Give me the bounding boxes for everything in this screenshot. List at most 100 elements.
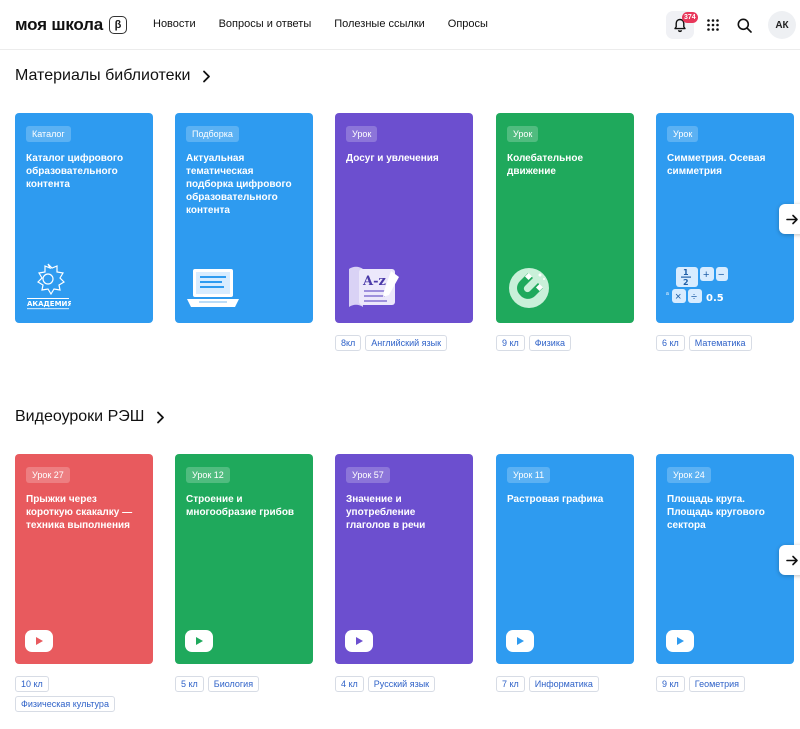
grade-chip[interactable]: 4 кл bbox=[335, 676, 364, 692]
academy-emblem-icon: АКАДЕМИЯ bbox=[27, 263, 71, 310]
video-chips-4: 9 кл Геометрия bbox=[656, 676, 800, 692]
grade-chip[interactable]: 9 кл bbox=[656, 676, 685, 692]
arrow-right-icon bbox=[785, 555, 798, 565]
svg-text:АКАДЕМИЯ: АКАДЕМИЯ bbox=[27, 300, 71, 308]
card-title: Досуг и увлечения bbox=[346, 153, 439, 164]
nav-faq[interactable]: Вопросы и ответы bbox=[219, 18, 312, 30]
grade-chip[interactable]: 6 кл bbox=[656, 335, 685, 351]
play-button[interactable] bbox=[25, 630, 53, 652]
magnet-icon bbox=[509, 268, 549, 308]
library-chips-2: 8кл Английский язык bbox=[335, 335, 480, 351]
play-icon bbox=[676, 637, 684, 645]
play-icon bbox=[516, 637, 524, 645]
card-tag: Урок 24 bbox=[667, 467, 711, 483]
apps-button[interactable] bbox=[699, 11, 727, 39]
search-icon bbox=[737, 18, 752, 33]
card-tag: Урок 27 bbox=[26, 467, 70, 483]
svg-text:−: − bbox=[718, 269, 724, 281]
video-chips-1: 5 кл Биология bbox=[175, 676, 320, 692]
video-card[interactable]: Урок 12 Строение и многообразие грибов bbox=[175, 454, 313, 664]
subject-chip[interactable]: Русский язык bbox=[367, 676, 436, 692]
svg-text:a: a bbox=[666, 291, 669, 297]
dictionary-icon: A-z bbox=[349, 266, 399, 307]
svg-text:0.5: 0.5 bbox=[706, 293, 724, 304]
card-tag: Урок bbox=[507, 126, 539, 142]
play-icon bbox=[195, 637, 203, 645]
search-button[interactable] bbox=[730, 11, 758, 39]
svg-text:1: 1 bbox=[683, 268, 689, 277]
play-button[interactable] bbox=[666, 630, 694, 652]
subject-chip[interactable]: Математика bbox=[688, 335, 752, 351]
card-tag: Урок 57 bbox=[346, 467, 390, 483]
videos-section-title[interactable]: Видеоуроки РЭШ bbox=[15, 408, 165, 426]
play-icon bbox=[35, 637, 43, 645]
play-button[interactable] bbox=[345, 630, 373, 652]
library-chips-4: 6 кл Математика bbox=[656, 335, 800, 351]
video-card[interactable]: Урок 24 Площадь круга. Площадь кругового… bbox=[656, 454, 794, 664]
library-card[interactable]: Урок Симметрия. Осевая симметрия 1 2 + −… bbox=[656, 113, 794, 323]
library-next-button[interactable] bbox=[779, 204, 800, 234]
nav-links[interactable]: Полезные ссылки bbox=[334, 18, 425, 30]
arrow-right-icon bbox=[785, 214, 798, 224]
site-logo[interactable]: моя школа β bbox=[15, 15, 128, 35]
chevron-right-icon bbox=[157, 411, 165, 423]
card-title: Прыжки через короткую скакалку — техника… bbox=[26, 494, 133, 531]
card-tag: Урок 11 bbox=[507, 467, 551, 483]
notifications-button[interactable]: 374 bbox=[666, 11, 698, 39]
video-chips-2: 4 кл Русский язык bbox=[335, 676, 480, 692]
nav-news[interactable]: Новости bbox=[153, 18, 196, 30]
notifications-count: 374 bbox=[682, 12, 698, 23]
card-title: Симметрия. Осевая симметрия bbox=[667, 153, 766, 177]
card-tag: Подборка bbox=[186, 126, 239, 142]
card-title: Колебательное движение bbox=[507, 153, 584, 177]
play-button[interactable] bbox=[506, 630, 534, 652]
video-card[interactable]: Урок 57 Значение и употребление глаголов… bbox=[335, 454, 473, 664]
library-section-title[interactable]: Материалы библиотеки bbox=[15, 67, 211, 85]
library-card[interactable]: Урок Досуг и увлечения A-z bbox=[335, 113, 473, 323]
card-tag: Урок 12 bbox=[186, 467, 230, 483]
subject-chip[interactable]: Геометрия bbox=[688, 676, 746, 692]
subject-chip[interactable]: Биология bbox=[207, 676, 260, 692]
grade-chip[interactable]: 9 кл bbox=[496, 335, 525, 351]
library-card[interactable]: Каталог Каталог цифрового образовательно… bbox=[15, 113, 153, 323]
subject-chip[interactable]: Информатика bbox=[528, 676, 599, 692]
grade-chip[interactable]: 10 кл bbox=[15, 676, 49, 692]
card-title: Строение и многообразие грибов bbox=[186, 494, 295, 518]
library-card[interactable]: Подборка Актуальная тематическая подборк… bbox=[175, 113, 313, 323]
library-title-text: Материалы библиотеки bbox=[15, 67, 191, 84]
video-card[interactable]: Урок 27 Прыжки через короткую скакалку —… bbox=[15, 454, 153, 664]
card-tag: Урок bbox=[667, 126, 699, 142]
svg-text:÷: ÷ bbox=[691, 291, 697, 303]
video-chips-0: 10 кл Физическая культура bbox=[15, 676, 160, 712]
video-card[interactable]: Урок 11 Растровая графика bbox=[496, 454, 634, 664]
svg-text:2: 2 bbox=[683, 278, 689, 287]
card-title: Площадь круга. Площадь кругового сектора bbox=[667, 494, 765, 531]
grade-chip[interactable]: 5 кл bbox=[175, 676, 204, 692]
logo-text: моя школа bbox=[15, 15, 104, 34]
main-nav: Новости Вопросы и ответы Полезные ссылки… bbox=[153, 18, 511, 30]
top-header: моя школа β Новости Вопросы и ответы Пол… bbox=[0, 0, 800, 50]
videos-next-button[interactable] bbox=[779, 545, 800, 575]
card-tag: Урок bbox=[346, 126, 378, 142]
video-chips-3: 7 кл Информатика bbox=[496, 676, 641, 692]
user-avatar[interactable]: АК bbox=[768, 11, 796, 39]
grade-chip[interactable]: 8кл bbox=[335, 335, 362, 351]
chevron-right-icon bbox=[203, 70, 211, 82]
beta-badge: β bbox=[109, 16, 128, 34]
card-title: Актуальная тематическая подборка цифрово… bbox=[186, 153, 292, 216]
grid-icon bbox=[707, 19, 719, 31]
card-title: Значение и употребление глаголов в речи bbox=[346, 494, 426, 531]
videos-title-text: Видеоуроки РЭШ bbox=[15, 408, 145, 425]
grade-chip[interactable]: 7 кл bbox=[496, 676, 525, 692]
subject-chip[interactable]: Английский язык bbox=[365, 335, 448, 351]
card-title: Растровая графика bbox=[507, 494, 604, 505]
play-button[interactable] bbox=[185, 630, 213, 652]
nav-polls[interactable]: Опросы bbox=[448, 18, 488, 30]
svg-text:+: + bbox=[703, 269, 709, 281]
svg-text:A-z: A-z bbox=[362, 274, 386, 289]
card-tag: Каталог bbox=[26, 126, 71, 142]
play-icon bbox=[355, 637, 363, 645]
subject-chip[interactable]: Физическая культура bbox=[15, 696, 115, 712]
library-card[interactable]: Урок Колебательное движение bbox=[496, 113, 634, 323]
subject-chip[interactable]: Физика bbox=[528, 335, 571, 351]
